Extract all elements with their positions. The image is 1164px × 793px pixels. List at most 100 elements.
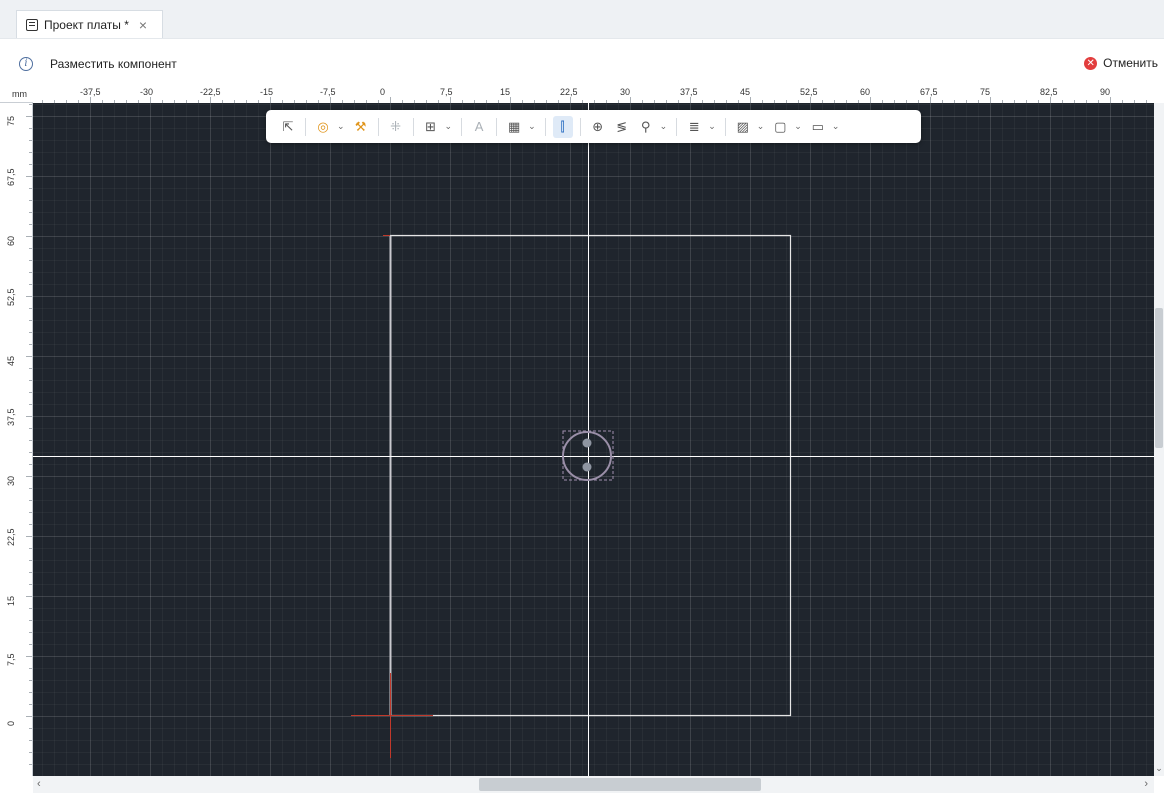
table-tool-icon[interactable]: ▦ (504, 116, 524, 138)
board-icon (26, 18, 38, 31)
target-tool-icon[interactable]: ⊕ (588, 116, 608, 138)
horizontal-scrollbar[interactable]: ‹ › (33, 776, 1154, 793)
ruler-tick (29, 464, 32, 465)
ruler-tick (29, 560, 32, 561)
ruler-x-label: 30 (620, 87, 631, 97)
ruler-x-label: 82,5 (1040, 87, 1058, 97)
chevron-down-icon[interactable]: ⌄ (528, 121, 536, 132)
ruler-tick (29, 524, 32, 525)
pin-tool-icon[interactable]: ⫿ (552, 115, 573, 138)
ruler-tick (29, 284, 32, 285)
chevron-left-icon[interactable]: ‹ (37, 778, 41, 790)
monitor-tool-icon[interactable]: ▭ (808, 116, 828, 138)
grid-tool-icon[interactable]: ⁜ (386, 116, 406, 138)
ruler-tick (29, 224, 32, 225)
ruler-tick (29, 200, 32, 201)
info-message: Разместить компонент (50, 57, 177, 71)
ruler-tick (29, 512, 32, 513)
ruler-tick (29, 644, 32, 645)
chevron-down-icon[interactable]: ⌄ (794, 121, 802, 132)
board-canvas[interactable] (33, 103, 1154, 776)
horizontal-ruler: -37,5 -30 -22,5 -15 -7,5 0 7,5 15 22,5 30 37,5 45 52… (33, 85, 1154, 104)
ruler-x-label: 15 (500, 87, 511, 97)
ruler-y-label: 60 (6, 235, 16, 246)
align-tool-icon[interactable]: ⊞ (421, 116, 441, 138)
ruler-tick (29, 368, 32, 369)
ruler-y-label: 7,5 (6, 653, 16, 666)
ruler-tick (26, 536, 32, 537)
brush-tool-icon[interactable]: ⚒ (351, 116, 371, 138)
ruler-tick (29, 440, 32, 441)
vertical-scrollbar[interactable]: ⌄ (1154, 103, 1164, 776)
ruler-x-label: -37,5 (80, 87, 101, 97)
hatch-tool-icon[interactable]: ▨ (733, 116, 753, 138)
ruler-y-label: 0 (6, 720, 16, 726)
ruler-x-label: -15 (260, 87, 274, 97)
cancel-button[interactable]: ✕ Отменить (1084, 56, 1158, 70)
ruler-tick (26, 596, 32, 597)
chevron-down-icon[interactable]: ⌄ (337, 121, 345, 132)
lines-tool-icon[interactable]: ≣ (684, 116, 704, 138)
ruler-tick (29, 584, 32, 585)
ruler-tick (29, 452, 32, 453)
tab-bar: Проект платы * × (0, 0, 1164, 38)
ruler-tick (26, 656, 32, 657)
ruler-y-label: 15 (6, 595, 16, 606)
chevron-down-icon[interactable]: ⌄ (832, 121, 840, 132)
chevron-right-icon[interactable]: › (1144, 778, 1148, 790)
vertical-ruler: 75 67,5 60 52,5 45 37,5 30 22,5 15 7,5 0 (0, 103, 33, 776)
select-tool-icon[interactable]: ⇱ (278, 116, 298, 138)
close-icon[interactable]: × (139, 17, 147, 33)
floating-toolbar: ⇱ ◎ ⌄ ⚒ ⁜ ⊞ ⌄ A ▦ ⌄ ⫿ ⊕ ≶ ⚲ ⌄ ≣ ⌄ ▨ ⌄ ▢ … (266, 110, 921, 143)
ruler-tick (29, 668, 32, 669)
ruler-tick (29, 620, 32, 621)
ruler-tick (29, 332, 32, 333)
board-drawing (33, 103, 1154, 776)
ruler-tick (29, 500, 32, 501)
ruler-tick (29, 212, 32, 213)
ruler-y-label: 67,5 (6, 168, 16, 186)
ruler-tick (29, 428, 32, 429)
frame-tool-icon[interactable]: ▢ (770, 116, 790, 138)
info-bar: i Разместить компонент ✕ Отменить (0, 38, 1164, 86)
ruler-tick (29, 320, 32, 321)
vertical-scroll-thumb[interactable] (1155, 308, 1163, 448)
cancel-icon: ✕ (1084, 56, 1098, 70)
toolbar-separator (579, 117, 581, 136)
ruler-tick (29, 548, 32, 549)
chevron-down-icon[interactable]: ⌄ (1154, 763, 1164, 774)
diff-pair-tool-icon[interactable]: ≶ (612, 116, 632, 138)
toolbar-separator (377, 117, 379, 136)
ruler-tick (29, 248, 32, 249)
ruler-tick (29, 404, 32, 405)
ruler-tick (29, 260, 32, 261)
ruler-x-label: 60 (860, 87, 871, 97)
ruler-tick (29, 692, 32, 693)
toolbar-separator (676, 117, 678, 136)
ruler-tick (29, 344, 32, 345)
ruler-x-label: -7,5 (320, 87, 336, 97)
chevron-down-icon[interactable]: ⌄ (708, 121, 716, 132)
ruler-x-label: 45 (740, 87, 751, 97)
ruler-tick (26, 716, 32, 717)
text-tool-icon[interactable]: A (469, 116, 489, 138)
ruler-tick (29, 140, 32, 141)
ruler-x-label: 75 (980, 87, 991, 97)
chevron-down-icon[interactable]: ⌄ (757, 121, 765, 132)
ruler-tick (29, 680, 32, 681)
ruler-x-label: 90 (1100, 87, 1111, 97)
toolbar-separator (412, 117, 414, 136)
route-tool-icon[interactable]: ◎ (313, 116, 333, 138)
ruler-tick (26, 416, 32, 417)
probe-tool-icon[interactable]: ⚲ (636, 116, 656, 138)
ruler-tick (26, 356, 32, 357)
toolbar-separator (544, 117, 546, 136)
tab-title: Проект платы * (44, 17, 129, 32)
ruler-tick (29, 764, 32, 765)
chevron-down-icon[interactable]: ⌄ (445, 121, 453, 132)
ruler-tick (29, 380, 32, 381)
tab-board-project[interactable]: Проект платы * × (16, 10, 163, 38)
chevron-down-icon[interactable]: ⌄ (660, 121, 668, 132)
ruler-y-label: 30 (6, 475, 16, 486)
horizontal-scroll-thumb[interactable] (479, 778, 761, 791)
